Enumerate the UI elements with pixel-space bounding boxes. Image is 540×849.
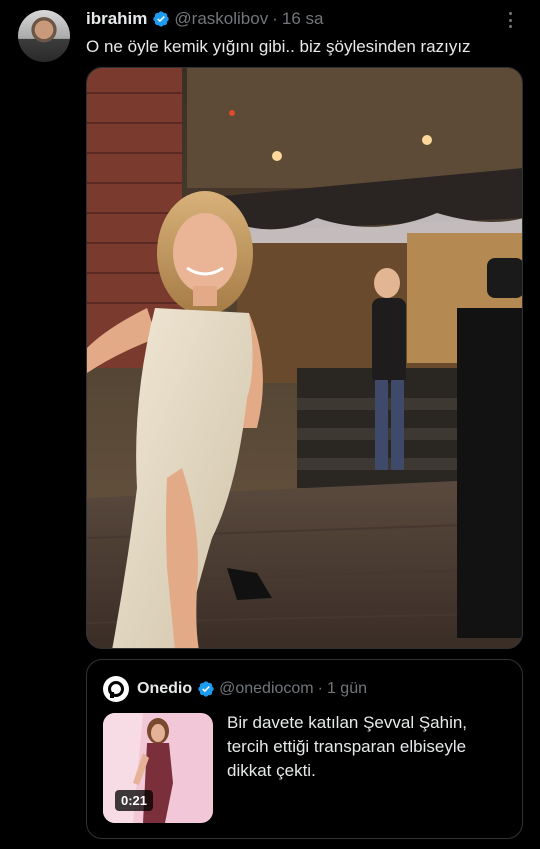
quote-separator: · bbox=[317, 680, 323, 697]
tweet-header: ibrahim @raskolibov · 16 sa bbox=[86, 8, 520, 30]
verified-badge-icon bbox=[153, 11, 170, 27]
more-options-icon[interactable] bbox=[500, 10, 520, 30]
tweet-photo[interactable] bbox=[86, 67, 523, 649]
video-duration-badge: 0:21 bbox=[115, 790, 154, 811]
onedio-logo-icon[interactable] bbox=[103, 676, 129, 702]
author-handle[interactable]: @raskolibov bbox=[174, 9, 268, 29]
tweet-timestamp[interactable]: 16 sa bbox=[282, 9, 324, 29]
author-name[interactable]: ibrahim bbox=[86, 9, 147, 29]
verified-badge-icon bbox=[198, 681, 214, 697]
header-separator: · bbox=[272, 9, 278, 28]
author-avatar[interactable] bbox=[18, 10, 70, 62]
quote-text: Bir davete katılan Şevval Şahin, tercih … bbox=[227, 713, 468, 780]
quote-timestamp: 1 gün bbox=[326, 680, 367, 697]
quote-source-handle: @onediocom bbox=[219, 680, 314, 697]
quoted-tweet[interactable]: Onedio @onediocom · 1 gün 0:21 Bir davet… bbox=[86, 659, 523, 839]
photo-woman-in-white-dress bbox=[87, 68, 522, 648]
quote-video-thumbnail[interactable]: 0:21 bbox=[103, 713, 213, 823]
quote-header: Onedio @onediocom · 1 gün bbox=[103, 676, 367, 702]
quote-source-name: Onedio bbox=[137, 680, 193, 697]
tweet-text: O ne öyle kemik yığını gibi.. biz şöyles… bbox=[86, 37, 471, 56]
